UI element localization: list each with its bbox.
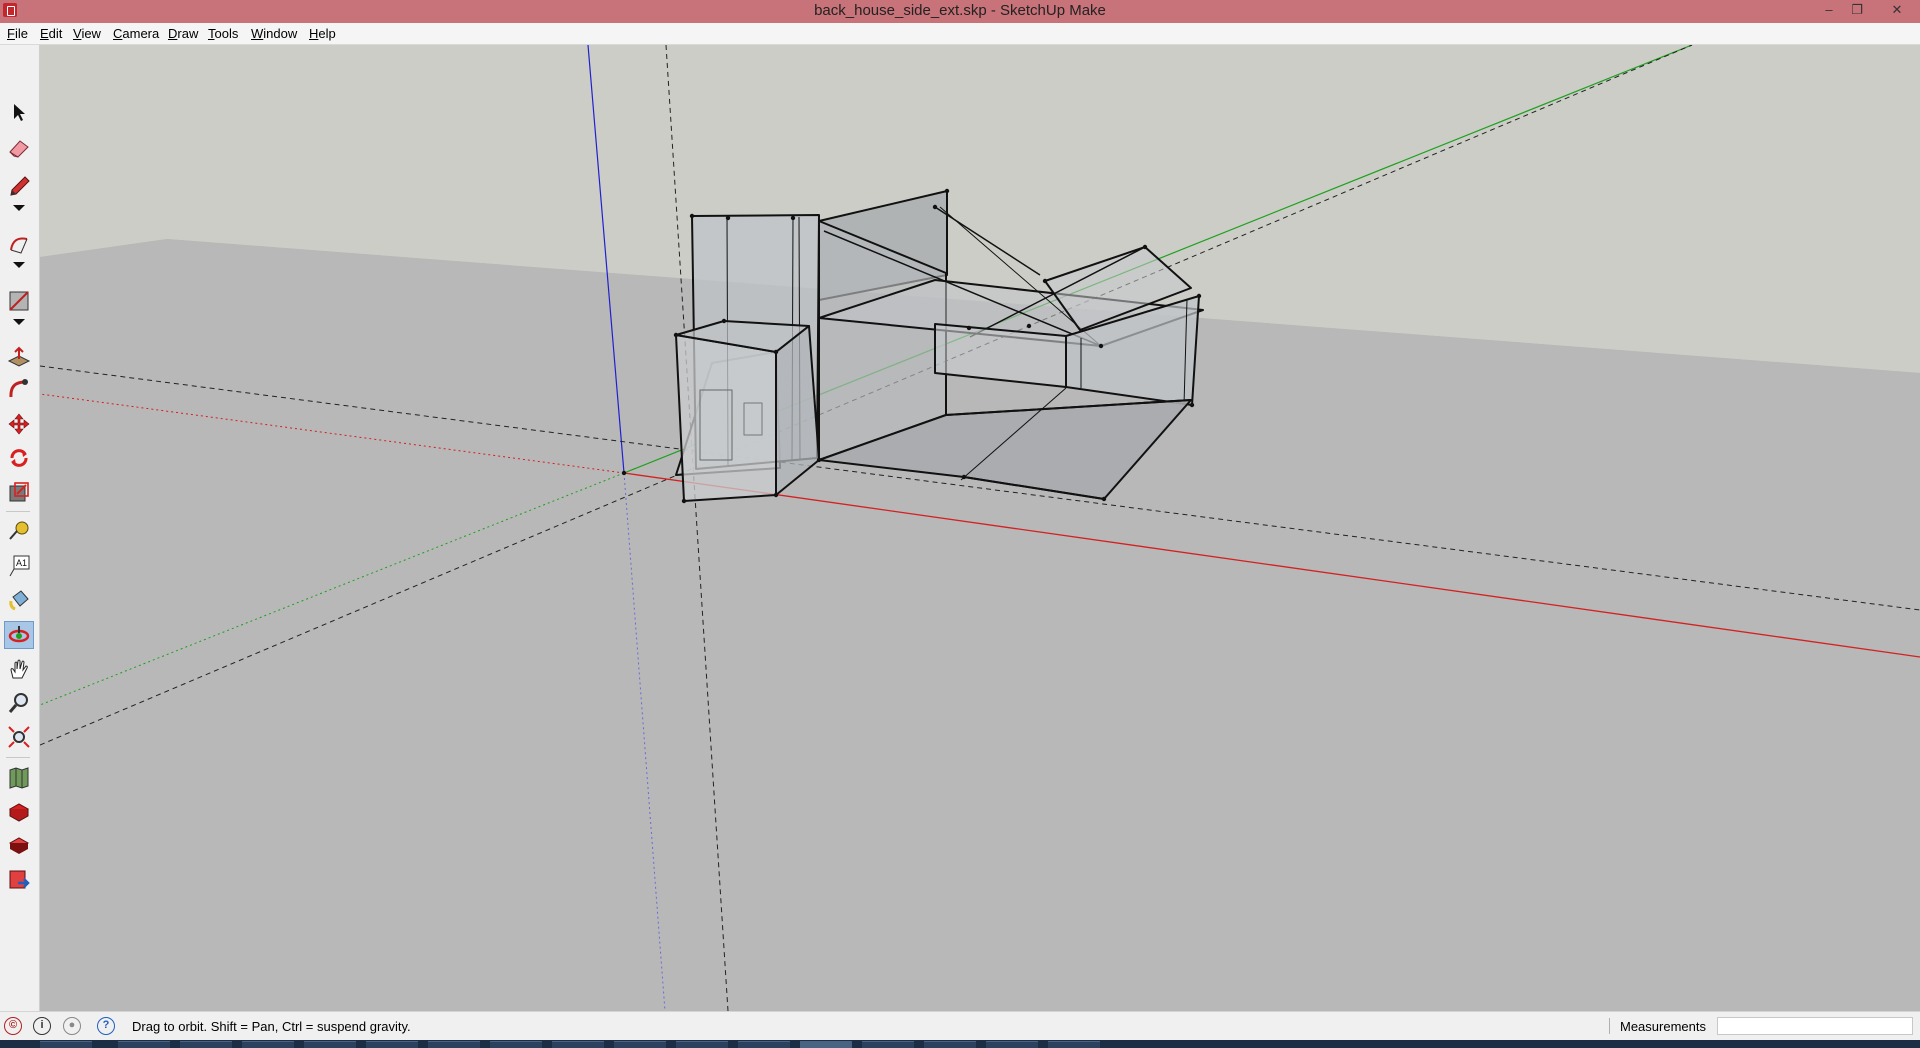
push-pull-tool[interactable] [4,343,34,371]
taskbar-button[interactable] [1048,1041,1100,1048]
text-tool[interactable]: A1 [4,552,34,580]
measurements-input[interactable] [1717,1017,1913,1035]
tape-measure-icon [9,521,29,540]
taskbar-button[interactable] [552,1041,604,1048]
taskbar-button[interactable] [614,1041,666,1048]
line-tool[interactable] [4,172,34,200]
menu-edit[interactable]: Edit [40,26,62,41]
taskbar-button[interactable] [738,1041,790,1048]
menu-file[interactable]: File [7,26,28,41]
taskbar-button[interactable] [40,1041,92,1048]
send-to-layout-tool[interactable] [4,866,34,894]
taskbar-button[interactable] [924,1041,976,1048]
extension-warehouse-icon [8,803,30,822]
follow-me-tool[interactable] [4,375,34,403]
status-hint-text: Drag to orbit. Shift = Pan, Ctrl = suspe… [132,1019,411,1034]
taskbar-button[interactable] [180,1041,232,1048]
zoom-extents-icon [8,726,30,748]
arc-options-arrow[interactable] [4,257,34,273]
paint-bucket-icon [9,590,29,611]
layout-book-icon [8,837,30,854]
3d-warehouse-tool[interactable] [4,764,34,792]
paint-bucket-tool[interactable] [4,587,34,615]
measurements-label: Measurements [1620,1019,1706,1034]
pencil-icon [10,176,30,196]
rectangle-icon [9,291,29,311]
window-title: back_house_side_ext.skp - SketchUp Make [814,2,1106,19]
restore-button[interactable]: ❐ [1844,0,1870,20]
taskbar-button[interactable] [862,1041,914,1048]
rotate-icon [10,449,28,467]
menu-tools[interactable]: Tools [208,26,238,41]
user-sign-in-icon[interactable]: ● [63,1017,81,1035]
status-bar: © i ● ? Drag to orbit. Shift = Pan, Ctrl… [0,1011,1920,1040]
scale-tool[interactable] [4,478,34,506]
follow-me-icon [9,379,28,398]
taskbar-button-active[interactable] [800,1041,852,1048]
orbit-icon [8,626,30,643]
measurements-divider [1609,1018,1610,1034]
push-pull-icon [7,346,31,367]
dropdown-triangle-icon [13,319,25,325]
taskbar-button[interactable] [428,1041,480,1048]
menu-bar: File Edit View Camera Draw Tools Window … [0,23,1920,45]
taskbar-button[interactable] [242,1041,294,1048]
extension-warehouse-tool[interactable] [4,798,34,826]
line-options-arrow[interactable] [4,200,34,216]
taskbar-button[interactable] [304,1041,356,1048]
pan-tool[interactable] [4,656,34,684]
magnifier-icon [8,693,28,713]
front-box-face [675,334,777,502]
modeling-viewport[interactable] [40,45,1920,1011]
dropdown-triangle-icon [13,262,25,268]
zoom-extents-tool[interactable] [4,723,34,751]
eraser-icon [9,140,29,158]
warehouse-map-icon [9,767,29,789]
rectangle-tool[interactable] [4,287,34,315]
menu-draw[interactable]: Draw [168,26,198,41]
large-tool-set-toolbar: A1 [0,45,40,1011]
shape-options-arrow[interactable] [4,314,34,330]
menu-window[interactable]: Window [251,26,297,41]
tape-measure-tool[interactable] [4,517,34,545]
close-button[interactable]: ✕ [1884,0,1910,20]
move-arrows-icon [8,413,30,435]
credits-icon[interactable]: i [33,1017,51,1035]
send-to-layout-icon [9,870,30,889]
text-label-icon: A1 [9,555,30,577]
minimize-button[interactable]: – [1816,0,1842,20]
select-arrow-icon [14,104,25,121]
dropdown-triangle-icon [13,205,25,211]
taskbar-button[interactable] [366,1041,418,1048]
taskbar-button[interactable] [676,1041,728,1048]
menu-camera[interactable]: Camera [113,26,159,41]
rotate-tool[interactable] [4,444,34,472]
layout-tool[interactable] [4,832,34,860]
instructor-help-icon[interactable]: ? [97,1017,115,1035]
taskbar-button[interactable] [490,1041,542,1048]
menu-view[interactable]: View [73,26,101,41]
3d-scene[interactable] [40,45,1920,1011]
menu-help[interactable]: Help [309,26,336,41]
select-tool[interactable] [4,98,34,126]
text-tool-label: A1 [16,558,27,568]
orbit-tool[interactable] [4,621,34,649]
move-tool[interactable] [4,410,34,438]
arc-icon [10,237,28,254]
title-bar: back_house_side_ext.skp - SketchUp Make … [0,0,1920,23]
scale-icon [9,482,29,502]
georeference-icon[interactable]: © [4,1017,22,1035]
zoom-tool[interactable] [4,689,34,717]
os-taskbar [0,1040,1920,1048]
arc-tool[interactable] [4,230,34,258]
eraser-tool[interactable] [4,134,34,162]
pan-hand-icon [10,659,28,679]
taskbar-button[interactable] [986,1041,1038,1048]
taskbar-button[interactable] [118,1041,170,1048]
